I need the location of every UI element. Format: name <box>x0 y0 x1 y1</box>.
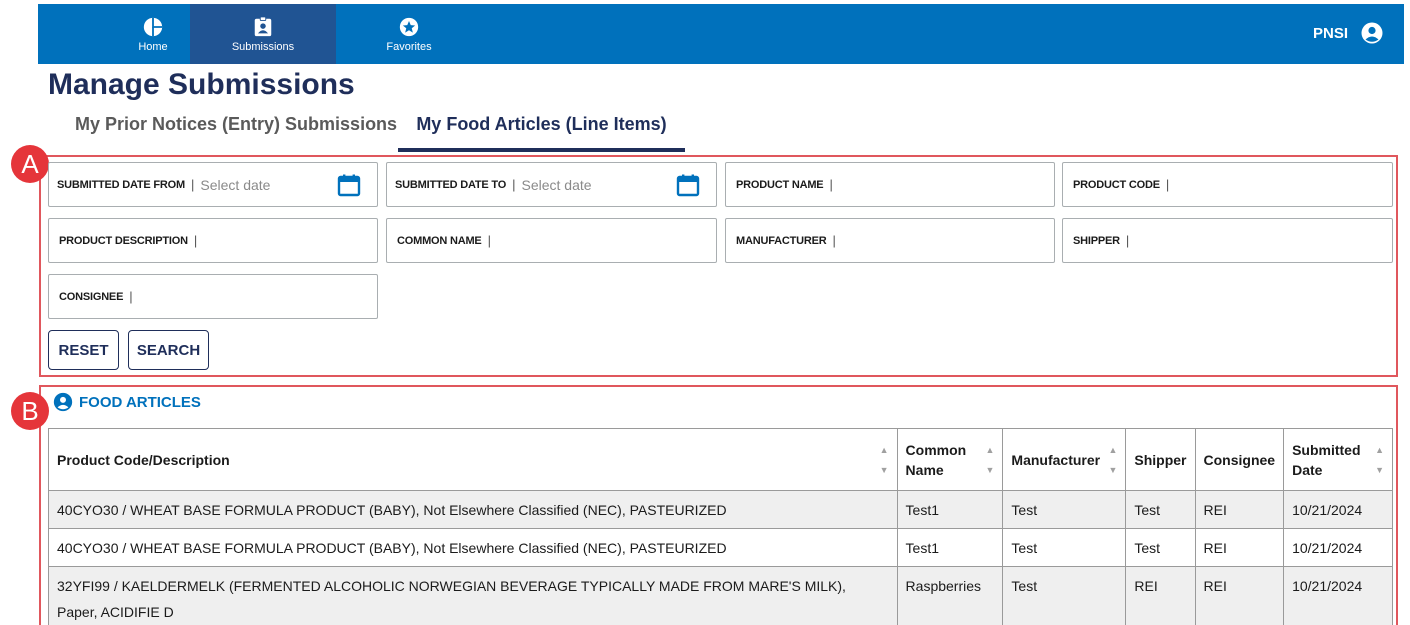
star-circle-icon <box>399 17 419 36</box>
cell-common-name: Test1 <box>896 528 1004 567</box>
column-header-label: Submitted Date <box>1292 441 1361 478</box>
cell-submitted-date: 10/21/2024 <box>1283 490 1393 529</box>
cell-shipper: Test <box>1125 528 1196 567</box>
shipper-field[interactable]: SHIPPER | <box>1062 218 1393 263</box>
cell-shipper: Test <box>1125 490 1196 529</box>
nav-label-favorites: Favorites <box>386 40 432 53</box>
cell-manufacturer: Test <box>1002 528 1127 567</box>
field-label: SUBMITTED DATE TO <box>395 178 507 191</box>
field-label: CONSIGNEE <box>59 290 124 303</box>
cell-submitted-date: 10/21/2024 <box>1283 566 1393 625</box>
field-placeholder: Select date <box>200 176 271 193</box>
user-circle-icon <box>1361 22 1383 44</box>
user-name: PNSI <box>1312 24 1348 42</box>
product-name-field[interactable]: PRODUCT NAME | <box>725 162 1055 207</box>
column-header-shipper[interactable]: Shipper <box>1125 428 1196 491</box>
cell-product: 40CYO30 / WHEAT BASE FORMULA PRODUCT (BA… <box>48 490 898 529</box>
nav-label-submissions: Submissions <box>231 40 295 53</box>
column-header-label: Product Code/Description <box>57 451 230 468</box>
search-button[interactable]: SEARCH <box>128 330 209 370</box>
reset-button[interactable]: RESET <box>48 330 119 370</box>
field-separator: | <box>191 177 195 192</box>
consignee-field[interactable]: CONSIGNEE | <box>48 274 378 319</box>
nav-item-favorites[interactable]: Favorites <box>336 4 482 64</box>
field-label: SHIPPER <box>1073 234 1120 247</box>
field-separator: | <box>512 177 516 192</box>
cell-shipper: REI <box>1125 566 1196 625</box>
cell-consignee: REI <box>1194 490 1285 529</box>
field-label: COMMON NAME <box>397 234 482 247</box>
calendar-icon[interactable] <box>676 173 700 197</box>
food-articles-heading: FOOD ARTICLES <box>53 392 201 412</box>
column-header-submitted-date[interactable]: Submitted Date ▲ ▼ <box>1283 428 1393 491</box>
field-separator: | <box>832 233 836 248</box>
field-separator: | <box>487 233 491 248</box>
column-header-common-name[interactable]: Common Name ▲ ▼ <box>896 428 1004 491</box>
food-articles-table: Product Code/Description ▲ ▼ Common Name ▲ ▼… <box>48 428 1393 625</box>
cell-product: 32YFI99 / KAELDERMELK (FERMENTED ALCOHOL… <box>48 566 898 625</box>
callout-badge-b: B <box>11 392 49 430</box>
cell-submitted-date: 10/21/2024 <box>1283 528 1393 567</box>
field-label: PRODUCT DESCRIPTION <box>59 234 188 247</box>
sort-icon[interactable]: ▲ ▼ <box>1375 440 1384 480</box>
sort-icon[interactable]: ▲ ▼ <box>880 440 889 480</box>
section-title-text: FOOD ARTICLES <box>79 393 201 411</box>
cell-product: 40CYO30 / WHEAT BASE FORMULA PRODUCT (BA… <box>48 528 898 567</box>
user-menu[interactable]: PNSI <box>1313 21 1384 45</box>
manufacturer-field[interactable]: MANUFACTURER | <box>725 218 1055 263</box>
column-header-consignee[interactable]: Consignee <box>1194 428 1285 491</box>
table-row[interactable]: 40CYO30 / WHEAT BASE FORMULA PRODUCT (BA… <box>48 490 1393 529</box>
field-label: MANUFACTURER <box>736 234 827 247</box>
column-header-manufacturer[interactable]: Manufacturer ▲ ▼ <box>1002 428 1127 491</box>
tab-prior-notices[interactable]: My Prior Notices (Entry) Submissions <box>75 114 397 135</box>
sort-icon[interactable]: ▲ ▼ <box>1108 440 1117 480</box>
table-header-row: Product Code/Description ▲ ▼ Common Name ▲ ▼… <box>48 428 1393 491</box>
product-description-field[interactable]: PRODUCT DESCRIPTION | <box>48 218 378 263</box>
user-circle-icon <box>53 392 73 412</box>
table-row[interactable]: 40CYO30 / WHEAT BASE FORMULA PRODUCT (BA… <box>48 528 1393 567</box>
callout-badge-a: A <box>11 145 49 183</box>
column-header-product[interactable]: Product Code/Description ▲ ▼ <box>48 428 898 491</box>
column-header-label: Consignee <box>1203 451 1276 468</box>
nav-label-home: Home <box>138 40 168 53</box>
cell-consignee: REI <box>1194 528 1285 567</box>
column-header-label: Shipper <box>1134 451 1187 468</box>
column-header-label: Common Name <box>905 441 967 478</box>
field-label: PRODUCT CODE <box>1073 178 1160 191</box>
column-header-label: Manufacturer <box>1011 451 1101 468</box>
field-label: PRODUCT NAME <box>736 178 824 191</box>
sort-icon[interactable]: ▲ ▼ <box>986 440 995 480</box>
nav-item-submissions[interactable]: Submissions <box>190 4 336 64</box>
product-code-field[interactable]: PRODUCT CODE | <box>1062 162 1393 207</box>
cell-consignee: REI <box>1194 566 1285 625</box>
calendar-icon[interactable] <box>337 173 361 197</box>
field-separator: | <box>1165 177 1170 192</box>
cell-common-name: Test1 <box>896 490 1004 529</box>
field-separator: | <box>829 177 833 192</box>
submitted-date-to-field[interactable]: SUBMITTED DATE TO | Select date <box>386 162 717 207</box>
cell-common-name: Raspberries <box>896 566 1004 625</box>
field-separator: | <box>193 233 198 248</box>
cell-manufacturer: Test <box>1002 566 1127 625</box>
common-name-field[interactable]: COMMON NAME | <box>386 218 717 263</box>
field-separator: | <box>129 289 133 304</box>
id-badge-icon <box>254 15 272 36</box>
submitted-date-from-field[interactable]: SUBMITTED DATE FROM | Select date <box>48 162 378 207</box>
top-navigation-bar: Home Submissions Favorites PNSI <box>38 4 1404 64</box>
table-row[interactable]: 32YFI99 / KAELDERMELK (FERMENTED ALCOHOL… <box>48 566 1393 625</box>
field-label: SUBMITTED DATE FROM <box>57 178 185 191</box>
field-separator: | <box>1125 233 1130 248</box>
pie-chart-icon <box>143 17 163 36</box>
page-title: Manage Submissions <box>48 68 355 101</box>
cell-manufacturer: Test <box>1002 490 1127 529</box>
tab-food-articles[interactable]: My Food Articles (Line Items) <box>398 114 685 152</box>
field-placeholder: Select date <box>521 176 592 193</box>
